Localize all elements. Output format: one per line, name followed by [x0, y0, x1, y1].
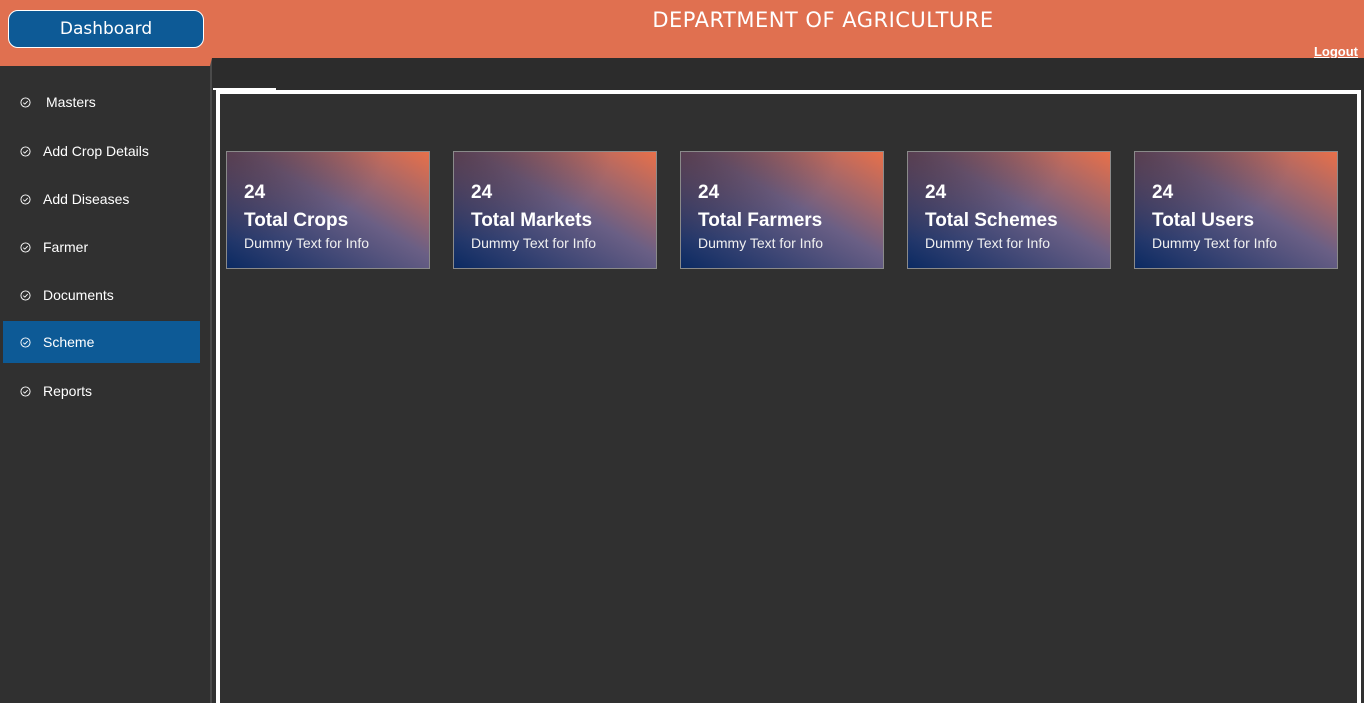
check-circle-icon: [20, 145, 31, 157]
page-title: DEPARTMENT OF AGRICULTURE: [652, 8, 994, 32]
check-circle-icon: [20, 241, 31, 253]
stat-card-schemes[interactable]: 24 Total Schemes Dummy Text for Info: [907, 151, 1111, 269]
sidebar-item-documents[interactable]: Documents: [3, 274, 200, 316]
stat-card-users[interactable]: 24 Total Users Dummy Text for Info: [1134, 151, 1338, 269]
sidebar-item-label: Reports: [43, 383, 93, 399]
app-root: Dashboard DEPARTMENT OF AGRICULTURE Logo…: [0, 0, 1364, 703]
stat-title: Total Schemes: [925, 210, 1058, 231]
sidebar-item-label: Add Crop Details: [43, 143, 149, 159]
stat-subtitle: Dummy Text for Info: [698, 235, 824, 251]
stat-subtitle: Dummy Text for Info: [244, 235, 370, 251]
stat-title: Total Users: [1152, 210, 1255, 231]
check-circle-icon: [20, 289, 31, 301]
sidebar: Masters Add Crop Details Add Diseases Fa…: [0, 58, 212, 703]
stat-title: Total Farmers: [698, 210, 823, 231]
stat-count: 24: [1152, 182, 1174, 203]
sidebar-item-label: Scheme: [43, 334, 95, 350]
sidebar-item-label: Farmer: [43, 239, 89, 255]
check-circle-icon: [20, 96, 31, 108]
stat-card-markets[interactable]: 24 Total Markets Dummy Text for Info: [453, 151, 657, 269]
stat-subtitle: Dummy Text for Info: [925, 235, 1051, 251]
sidebar-item-farmer[interactable]: Farmer: [3, 226, 200, 268]
stat-count: 24: [698, 182, 720, 203]
stat-count: 24: [925, 182, 947, 203]
stat-count: 24: [244, 182, 266, 203]
header-bar: Dashboard DEPARTMENT OF AGRICULTURE Logo…: [0, 0, 1364, 59]
sidebar-item-label: Add Diseases: [43, 191, 130, 207]
stat-title: Total Crops: [244, 210, 349, 231]
content-toolbar: [212, 58, 1364, 90]
stat-subtitle: Dummy Text for Info: [471, 235, 597, 251]
sidebar-item-label: Masters: [46, 94, 96, 110]
check-circle-icon: [20, 193, 31, 205]
sidebar-item-add-crop-details[interactable]: Add Crop Details: [3, 130, 200, 172]
sidebar-item-masters[interactable]: Masters: [3, 81, 200, 123]
check-circle-icon: [20, 336, 31, 348]
stat-card-farmers[interactable]: 24 Total Farmers Dummy Text for Info: [680, 151, 884, 269]
stat-subtitle: Dummy Text for Info: [1152, 235, 1278, 251]
logout-link[interactable]: Logout: [1314, 44, 1358, 59]
sidebar-item-scheme[interactable]: Scheme: [3, 321, 200, 363]
dashboard-button[interactable]: Dashboard: [8, 10, 204, 48]
stat-count: 24: [471, 182, 493, 203]
stat-title: Total Markets: [471, 210, 593, 231]
sidebar-item-label: Documents: [43, 287, 114, 303]
stat-card-crops[interactable]: 24 Total Crops Dummy Text for Info: [226, 151, 430, 269]
sidebar-item-add-diseases[interactable]: Add Diseases: [3, 178, 200, 220]
sidebar-item-reports[interactable]: Reports: [3, 370, 200, 412]
check-circle-icon: [20, 385, 31, 397]
